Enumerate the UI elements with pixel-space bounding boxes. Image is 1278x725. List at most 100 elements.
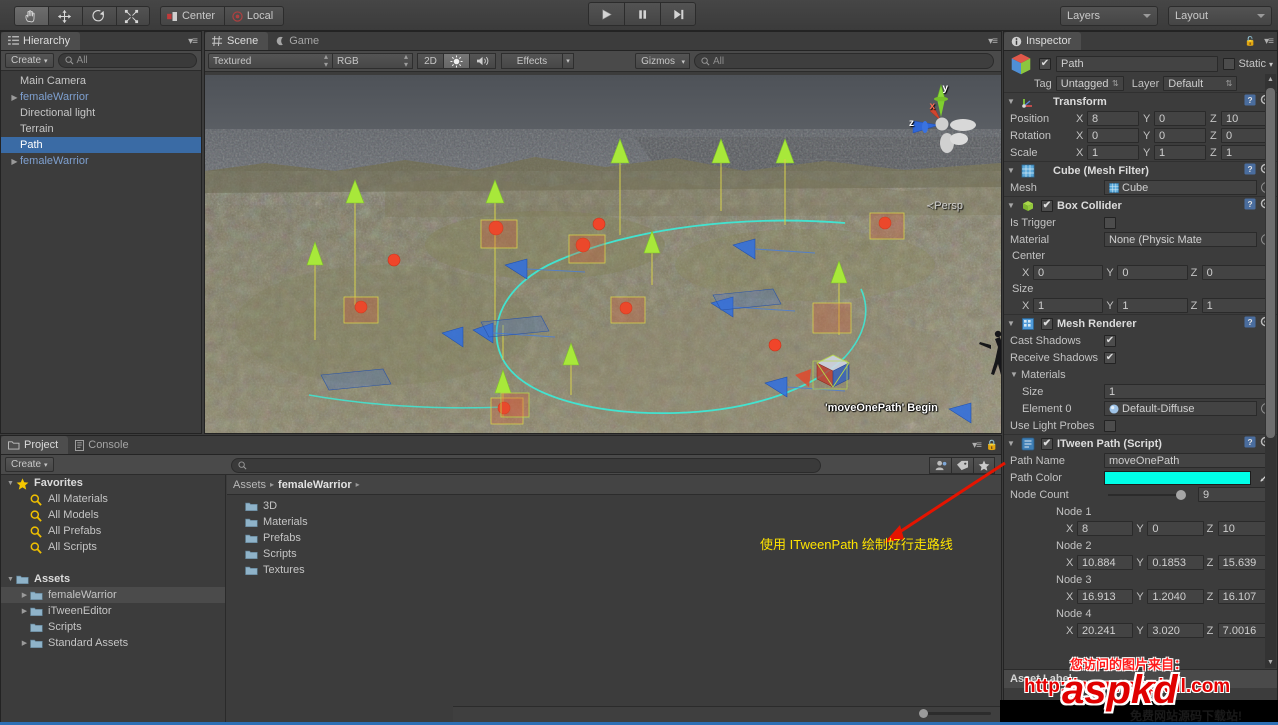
scene-viewport[interactable]: y x z ≺Persp 'moveOnePath' Begin 'moveOn… [205,75,1001,433]
foldout-icon[interactable]: ▼ [1007,319,1017,328]
help-icon[interactable]: ? [1244,316,1256,331]
foldout-icon[interactable]: ▼ [1007,201,1017,210]
slider-knob[interactable] [1176,489,1186,500]
step-button[interactable] [660,2,696,26]
tab-project[interactable]: Project [1,436,69,454]
hierarchy-create-button[interactable]: Create ▾ [5,53,54,68]
collider-size-y[interactable]: 1 [1117,298,1188,313]
scene-audio-button[interactable] [470,53,496,69]
collider-center-y[interactable]: 0 [1117,265,1188,280]
itween-node-3-y[interactable]: 1.2040 [1147,589,1204,604]
pivot-local-button[interactable]: Local [224,6,284,26]
project-tree-item-all-materials[interactable]: All Materials [1,491,225,507]
path-color-swatch[interactable] [1104,470,1251,485]
camera-projection-label[interactable]: ≺Persp [926,200,963,212]
project-tree-item-standard-assets[interactable]: ▶ Standard Assets [1,635,225,651]
object-name-field[interactable]: Path [1056,56,1219,72]
draw-mode-dropdown[interactable]: Textured ▴ ▾ [208,53,333,69]
project-tree-item-scripts[interactable]: Scripts [1,619,225,635]
inspector-scrollbar[interactable]: ▲ ▼ [1265,74,1276,668]
material-element0-field[interactable]: Default-Diffuse [1104,401,1257,416]
scene-panel-menu-button[interactable]: ▾≡ [988,36,998,47]
project-panel-menu-button[interactable]: ▾≡ [972,440,982,451]
hierarchy-item-femalewarrior[interactable]: ▶ femaleWarrior [1,89,201,105]
expand-arrow-icon[interactable]: ▶ [19,607,30,615]
expand-arrow-icon[interactable]: ▶ [9,93,20,102]
pivot-center-button[interactable]: Center [160,6,224,26]
foldout-icon[interactable]: ▼ [1007,166,1017,175]
hierarchy-item-terrain[interactable]: Terrain [1,121,201,137]
play-button[interactable] [588,2,624,26]
project-tree-item-assets[interactable]: ▼ Assets [1,571,225,587]
itween-node-3-x[interactable]: 16.913 [1077,589,1134,604]
breadcrumb-current[interactable]: femaleWarrior [278,479,352,491]
itween-node-1-x[interactable]: 8 [1077,521,1134,536]
component-header-transform[interactable]: ▼ Transform ? [1004,92,1277,110]
hand-tool-button[interactable] [14,6,48,26]
inspector-lock-icon[interactable]: 🔓 [1245,36,1256,47]
static-checkbox[interactable] [1223,58,1236,70]
hierarchy-item-directional-light[interactable]: Directional light [1,105,201,121]
project-tree-item-itweeneditor[interactable]: ▶ iTweenEditor [1,603,225,619]
expand-arrow-icon[interactable]: ▼ [5,480,16,487]
hierarchy-item-main-camera[interactable]: Main Camera [1,73,201,89]
node-count-field[interactable]: 9 [1198,487,1272,502]
transform-rotation-x[interactable]: 0 [1087,128,1139,143]
help-icon[interactable]: ? [1244,163,1256,178]
scene-effects-dropdown[interactable]: Effects [501,53,563,69]
scene-effects-caret[interactable]: ▾ [563,53,574,69]
foldout-icon[interactable]: ▼ [1010,370,1019,379]
breadcrumb-root[interactable]: Assets [233,479,266,491]
itween-node-2-y[interactable]: 0.1853 [1147,555,1204,570]
project-tree-item-favorites[interactable]: ▼ Favorites [1,475,225,491]
collider-center-x[interactable]: 0 [1033,265,1104,280]
component-header-mesh-filter[interactable]: ▼ Cube (Mesh Filter) ? [1004,161,1277,179]
hierarchy-search-input[interactable]: All [57,53,197,68]
use-light-probes-checkbox[interactable] [1104,419,1116,432]
help-icon[interactable]: ? [1244,436,1256,451]
itween-node-4-x[interactable]: 20.241 [1077,623,1134,638]
toggle-2d-button[interactable]: 2D [417,53,444,69]
transform-rotation-y[interactable]: 0 [1154,128,1206,143]
itween-node-2-x[interactable]: 10.884 [1077,555,1134,570]
component-header-mesh-renderer[interactable]: ▼ Mesh Renderer ? [1004,314,1277,332]
gizmos-dropdown[interactable]: Gizmos ▾ [635,53,690,69]
node-count-slider[interactable] [1108,489,1186,500]
materials-foldout-row[interactable]: ▼ Materials [1004,366,1277,383]
expand-arrow-icon[interactable]: ▶ [19,639,30,647]
layers-dropdown[interactable]: Layers [1060,6,1158,26]
scroll-up-icon[interactable]: ▲ [1265,74,1276,85]
transform-position-y[interactable]: 0 [1154,111,1206,126]
transform-scale-x[interactable]: 1 [1087,145,1139,160]
project-tree-item-all-scripts[interactable]: All Scripts [1,539,225,555]
chevron-down-icon[interactable]: ▾ [1269,60,1273,69]
mesh-object-field[interactable]: Cube [1104,180,1257,195]
hierarchy-panel-menu-button[interactable]: ▾≡ [188,36,198,47]
help-icon[interactable]: ? [1244,198,1256,213]
project-tree-item-all-prefabs[interactable]: All Prefabs [1,523,225,539]
foldout-icon[interactable]: ▼ [1007,439,1017,448]
mesh-renderer-enabled-checkbox[interactable] [1041,317,1053,330]
transform-position-x[interactable]: 8 [1087,111,1139,126]
foldout-icon[interactable]: ▼ [1007,97,1017,106]
cast-shadows-checkbox[interactable] [1104,334,1116,347]
slider-knob[interactable] [919,709,928,718]
path-name-field[interactable]: moveOnePath [1104,453,1272,468]
expand-arrow-icon[interactable]: ▶ [19,591,30,599]
physic-material-field[interactable]: None (Physic Mate [1104,232,1257,247]
collider-center-z[interactable]: 0 [1201,265,1272,280]
tab-console[interactable]: Console [68,436,138,454]
inspector-panel-menu-button[interactable]: ▾≡ [1264,36,1274,47]
scene-lighting-button[interactable] [444,53,470,69]
transform-scale-y[interactable]: 1 [1154,145,1206,160]
project-create-button[interactable]: Create ▾ [5,457,54,472]
object-active-checkbox[interactable] [1039,58,1051,70]
pause-button[interactable] [624,2,660,26]
project-content-item-textures[interactable]: Textures [227,562,1001,578]
tab-game[interactable]: Game [268,32,329,50]
receive-shadows-checkbox[interactable] [1104,351,1116,364]
move-tool-button[interactable] [48,6,82,26]
scale-tool-button[interactable] [116,6,150,26]
tab-scene[interactable]: Scene [205,32,269,50]
hierarchy-item-path[interactable]: Path [1,137,201,153]
